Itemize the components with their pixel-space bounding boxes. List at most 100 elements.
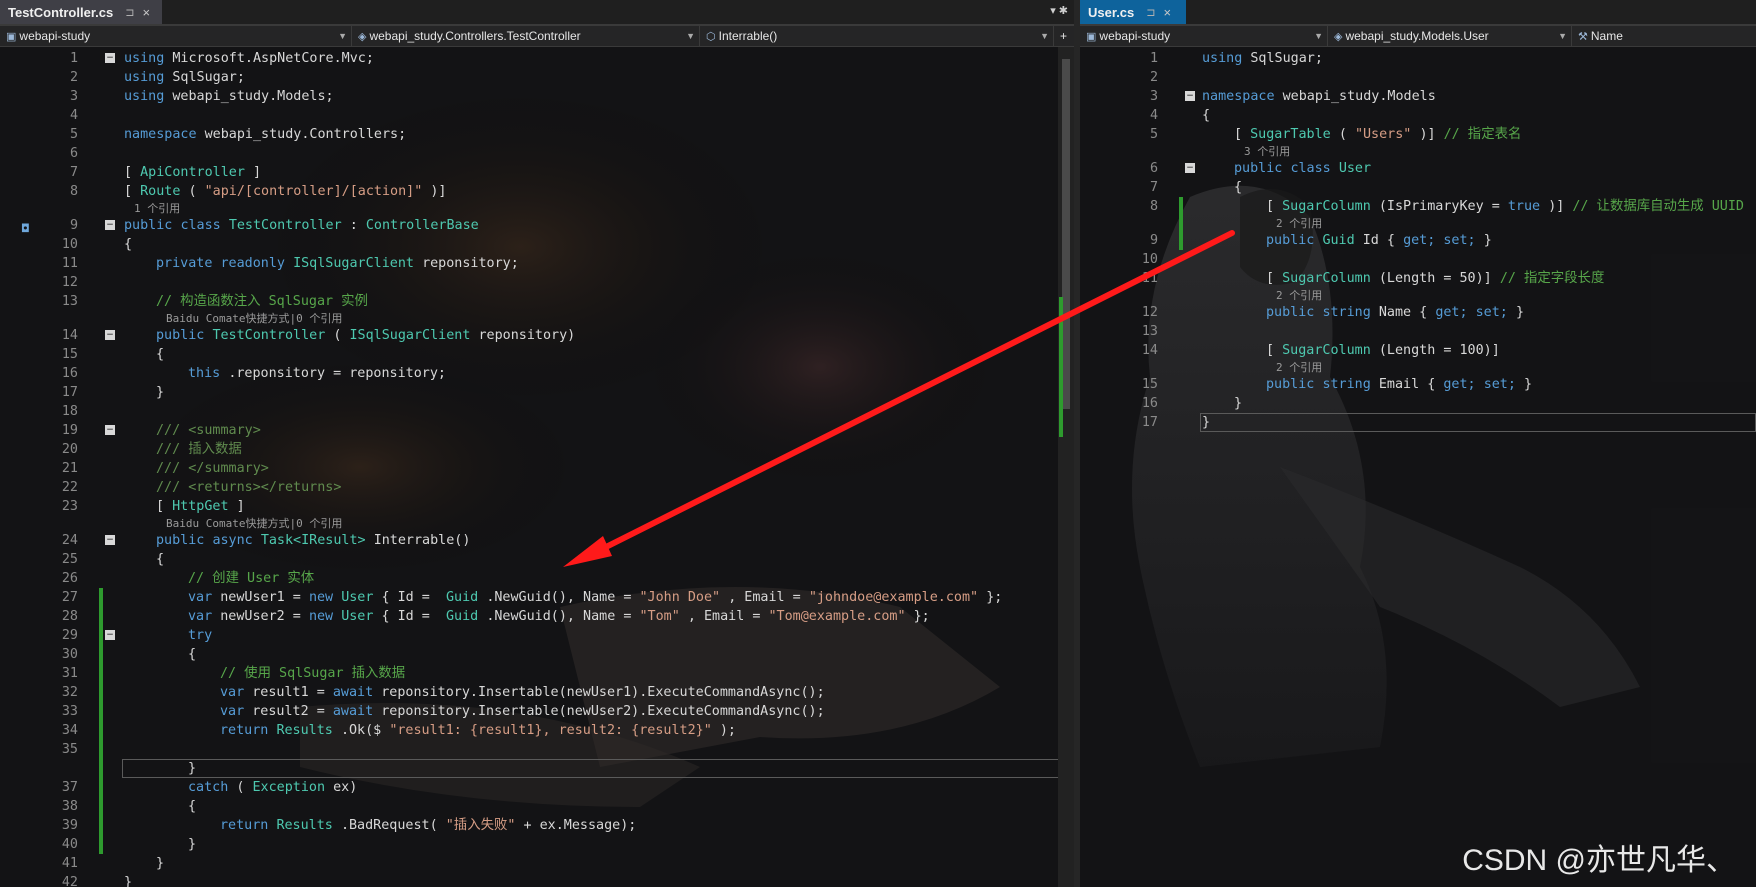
code-text[interactable]: var newUser2 = new User { Id = Guid .New… bbox=[188, 607, 930, 626]
code-text[interactable]: public TestController ( ISqlSugarClient … bbox=[156, 326, 575, 345]
code-text[interactable]: public async Task<IResult> Interrable() bbox=[156, 531, 470, 550]
code-text[interactable]: [ SugarColumn (IsPrimaryKey = true )] //… bbox=[1266, 197, 1744, 216]
code-line[interactable]: 16 this .reponsitory = reponsitory; bbox=[0, 364, 1074, 383]
code-line[interactable]: 23 [ HttpGet ] bbox=[0, 497, 1074, 516]
code-text[interactable]: private readonly ISqlSugarClient reponsi… bbox=[156, 254, 519, 273]
code-line[interactable]: 33 var result2 = await reponsitory.Insert… bbox=[0, 702, 1074, 721]
code-line[interactable]: 8 [ Route ( "api/[controller]/[action]" )… bbox=[0, 182, 1074, 201]
tab-user[interactable]: User.cs ⊐ × bbox=[1080, 0, 1186, 24]
code-line[interactable]: } bbox=[0, 759, 1074, 778]
code-text[interactable]: public class TestController : Controller… bbox=[124, 216, 479, 235]
close-icon[interactable]: × bbox=[142, 5, 150, 20]
code-line[interactable]: 30 { bbox=[0, 645, 1074, 664]
code-line[interactable]: 13 // 构造函数注入 SqlSugar 实例 bbox=[0, 292, 1074, 311]
code-line[interactable]: 29 − try bbox=[0, 626, 1074, 645]
code-text[interactable]: var newUser1 = new User { Id = Guid .New… bbox=[188, 588, 1002, 607]
code-text[interactable]: namespace webapi_study.Models bbox=[1202, 87, 1436, 106]
code-line[interactable]: 42} bbox=[0, 873, 1074, 887]
member-dropdown[interactable]: ⚒ Name bbox=[1572, 26, 1756, 46]
project-dropdown[interactable]: ▣ webapi-study ▼ bbox=[0, 26, 352, 46]
code-line[interactable]: 26 // 创建 User 实体 bbox=[0, 569, 1074, 588]
type-dropdown[interactable]: ◈ webapi_study.Controllers.TestControlle… bbox=[352, 26, 700, 46]
type-dropdown[interactable]: ◈ webapi_study.Models.User ▼ bbox=[1328, 26, 1572, 46]
code-text[interactable]: [ ApiController ] bbox=[124, 163, 261, 182]
editor-pane-right[interactable]: User.cs ⊐ × ▣ webapi-study ▼ ◈ webapi_st… bbox=[1080, 0, 1756, 887]
collapse-icon[interactable]: − bbox=[105, 53, 115, 63]
code-line[interactable]: 38 { bbox=[0, 797, 1074, 816]
code-text[interactable]: using webapi_study.Models; bbox=[124, 87, 334, 106]
code-line[interactable]: 6 bbox=[0, 144, 1074, 163]
code-line[interactable]: 18 bbox=[0, 402, 1074, 421]
code-text[interactable]: { bbox=[124, 235, 132, 254]
code-text[interactable]: /// 插入数据 bbox=[156, 440, 242, 459]
split-editor-button[interactable]: + bbox=[1054, 26, 1074, 46]
code-text[interactable]: { bbox=[1234, 178, 1242, 197]
code-text[interactable]: { bbox=[1202, 106, 1210, 125]
code-line[interactable]: 12 bbox=[0, 273, 1074, 292]
code-line[interactable]: 21 /// </summary> bbox=[0, 459, 1074, 478]
code-line[interactable]: 15 { bbox=[0, 345, 1074, 364]
code-line[interactable]: 37 catch ( Exception ex) bbox=[0, 778, 1074, 797]
code-text[interactable]: var result2 = await reponsitory.Insertab… bbox=[220, 702, 825, 721]
code-text[interactable]: { bbox=[156, 345, 164, 364]
code-line[interactable]: 10 bbox=[1080, 250, 1756, 269]
code-text[interactable]: // 使用 SqlSugar 插入数据 bbox=[220, 664, 405, 683]
code-line[interactable]: 3 − namespace webapi_study.Models bbox=[1080, 87, 1756, 106]
code-text[interactable]: } bbox=[1202, 413, 1210, 432]
code-text[interactable]: public string Name { get; set; } bbox=[1266, 303, 1524, 322]
code-text[interactable]: [ Route ( "api/[controller]/[action]" )] bbox=[124, 182, 446, 201]
code-text[interactable]: } bbox=[156, 383, 164, 402]
code-line[interactable]: 1 − using Microsoft.AspNetCore.Mvc; bbox=[0, 49, 1074, 68]
code-line[interactable]: 11 private readonly ISqlSugarClient repon… bbox=[0, 254, 1074, 273]
code-line[interactable]: 9 − public class TestController : Controll… bbox=[0, 216, 1074, 235]
vertical-scrollbar[interactable] bbox=[1058, 47, 1074, 887]
codelens-reference[interactable]: 2 个引用 bbox=[1080, 288, 1756, 303]
code-line[interactable]: 14 − public TestController ( ISqlSugarClie… bbox=[0, 326, 1074, 345]
code-text[interactable]: [ HttpGet ] bbox=[156, 497, 245, 516]
reference-count[interactable]: Baidu Comate快捷方式|0 个引用 bbox=[166, 516, 342, 531]
code-lines[interactable]: 1− using Microsoft.AspNetCore.Mvc; 2 using … bbox=[0, 49, 1074, 887]
code-line[interactable]: 12 public string Name { get; set; } bbox=[1080, 303, 1756, 322]
code-line[interactable]: 1 using SqlSugar; bbox=[1080, 49, 1756, 68]
reference-count[interactable]: 2 个引用 bbox=[1276, 216, 1322, 231]
code-text[interactable]: } bbox=[124, 873, 132, 887]
code-text[interactable]: } bbox=[188, 835, 196, 854]
code-line[interactable]: 4{ bbox=[1080, 106, 1756, 125]
collapse-icon[interactable]: − bbox=[105, 220, 115, 230]
collapse-icon[interactable]: − bbox=[105, 425, 115, 435]
collapse-icon[interactable]: − bbox=[105, 330, 115, 340]
code-lines[interactable]: 1 using SqlSugar; 2 3− namespace webapi_stud… bbox=[1080, 49, 1756, 432]
pin-icon[interactable]: ⊐ bbox=[1146, 6, 1155, 19]
code-text[interactable]: } bbox=[188, 759, 196, 778]
code-line[interactable]: 15 public string Email { get; set; } bbox=[1080, 375, 1756, 394]
code-line[interactable]: 3 using webapi_study.Models; bbox=[0, 87, 1074, 106]
code-line[interactable]: 11 [ SugarColumn (Length = 50)] // 指定字段长度 bbox=[1080, 269, 1756, 288]
collapse-icon[interactable]: − bbox=[105, 535, 115, 545]
code-line[interactable]: 41} bbox=[0, 854, 1074, 873]
code-text[interactable]: var result1 = await reponsitory.Insertab… bbox=[220, 683, 825, 702]
code-text[interactable]: } bbox=[156, 854, 164, 873]
code-line[interactable]: 5 namespace webapi_study.Controllers; bbox=[0, 125, 1074, 144]
close-icon[interactable]: × bbox=[1163, 5, 1171, 20]
code-text[interactable]: try bbox=[188, 626, 212, 645]
code-text[interactable]: { bbox=[156, 550, 164, 569]
code-text[interactable]: [ SugarColumn (Length = 100)] bbox=[1266, 341, 1500, 360]
code-text[interactable]: } bbox=[1234, 394, 1242, 413]
editor-pane-left[interactable]: TestController.cs ⊐ × ▾ ✱ ▣ webapi-study… bbox=[0, 0, 1074, 887]
code-line[interactable]: 35 bbox=[0, 740, 1074, 759]
code-line[interactable]: 7{ bbox=[1080, 178, 1756, 197]
codelens-reference[interactable]: 3 个引用 bbox=[1080, 144, 1756, 159]
code-text[interactable]: catch ( Exception ex) bbox=[188, 778, 357, 797]
codelens-reference[interactable]: 2 个引用 bbox=[1080, 360, 1756, 375]
code-line[interactable]: 39 return Results .BadRequest( "插入失败" + e… bbox=[0, 816, 1074, 835]
code-editor-left[interactable]: 1− using Microsoft.AspNetCore.Mvc; 2 using … bbox=[0, 47, 1074, 887]
code-line[interactable]: 7 [ ApiController ] bbox=[0, 163, 1074, 182]
code-text[interactable]: /// <returns></returns> bbox=[156, 478, 341, 497]
reference-count[interactable]: 1 个引用 bbox=[134, 201, 180, 216]
code-line[interactable]: 4 bbox=[0, 106, 1074, 125]
codelens-reference[interactable]: Baidu Comate快捷方式|0 个引用 bbox=[0, 516, 1074, 531]
codelens-reference[interactable]: 1 个引用 bbox=[0, 201, 1074, 216]
member-dropdown[interactable]: ⬡ Interrable() ▼ bbox=[700, 26, 1054, 46]
code-line[interactable]: 2 bbox=[1080, 68, 1756, 87]
code-line[interactable]: 10 { bbox=[0, 235, 1074, 254]
